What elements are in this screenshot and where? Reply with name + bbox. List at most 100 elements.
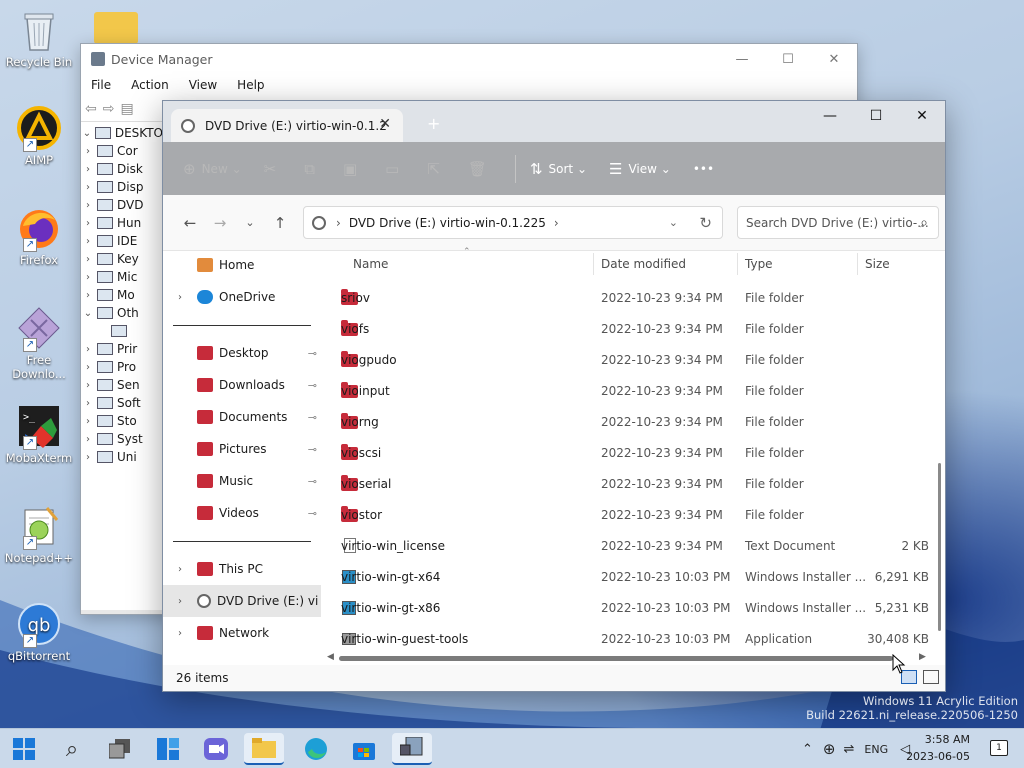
rename-button[interactable]: ▭ (385, 160, 405, 178)
tab-dvd-drive[interactable]: DVD Drive (E:) virtio-win-0.1.2 ✕ (171, 109, 403, 142)
device-tree-item[interactable]: › Sto (81, 412, 163, 430)
collapse-chevron-icon[interactable]: ⌄ (81, 308, 95, 319)
file-row[interactable]: vioinput 2022-10-23 9:34 PM File folder (329, 375, 945, 406)
pin-icon[interactable]: ⊸ (308, 379, 317, 392)
network-globe-icon[interactable]: ⊕ (823, 740, 836, 758)
forward-icon[interactable]: → (205, 214, 235, 232)
device-tree-item[interactable]: › Cor (81, 142, 163, 160)
device-tree-item[interactable] (81, 322, 163, 340)
minimize-button[interactable]: — (807, 101, 853, 131)
language-indicator[interactable]: ENG (864, 743, 888, 756)
minimize-button[interactable]: — (719, 44, 765, 74)
device-tree-item[interactable]: › Soft (81, 394, 163, 412)
device-tree-item[interactable]: › Disk (81, 160, 163, 178)
back-icon[interactable]: ← (175, 214, 205, 232)
column-divider[interactable] (857, 253, 858, 275)
device-tree-item[interactable]: › IDE (81, 232, 163, 250)
edge-taskbar-button[interactable] (296, 733, 336, 765)
recent-locations-icon[interactable]: ⌄ (235, 216, 265, 229)
new-tab-icon[interactable]: + (427, 114, 440, 133)
expand-chevron-icon[interactable]: › (81, 218, 95, 229)
forward-icon[interactable]: ⇨ (103, 101, 115, 117)
address-bar[interactable]: › DVD Drive (E:) virtio-win-0.1.225 › ⌄ … (303, 206, 723, 239)
menu-file[interactable]: File (91, 78, 111, 92)
new-button[interactable]: ⊕ New ⌄ (183, 160, 242, 178)
device-tree-item[interactable]: › Sen (81, 376, 163, 394)
store-taskbar-button[interactable] (344, 733, 384, 765)
nav-item-pictures[interactable]: Pictures ⊸ (163, 433, 321, 465)
expand-chevron-icon[interactable]: › (81, 344, 95, 355)
file-row[interactable]: viogpudo 2022-10-23 9:34 PM File folder (329, 344, 945, 375)
expand-chevron-icon[interactable]: › (81, 200, 95, 211)
expand-chevron-icon[interactable]: › (163, 596, 197, 607)
device-tree-item[interactable]: › DVD (81, 196, 163, 214)
device-tree-item[interactable]: › Syst (81, 430, 163, 448)
maximize-button[interactable]: ☐ (765, 44, 811, 74)
device-tree-item[interactable]: › Key (81, 250, 163, 268)
show-hidden-icons-icon[interactable]: ⌃ (802, 742, 813, 757)
device-tree-item[interactable]: › Pro (81, 358, 163, 376)
taskbar-clock[interactable]: 3:58 AM 2023-06-05 (906, 731, 970, 765)
expand-chevron-icon[interactable]: › (81, 434, 95, 445)
nav-item-network[interactable]: › Network (163, 617, 321, 649)
input-indicator-icon[interactable]: ⇌ (843, 742, 854, 757)
breadcrumb-dvd-drive[interactable]: DVD Drive (E:) virtio-win-0.1.225 (349, 216, 546, 230)
device-tree-item[interactable]: › Mo (81, 286, 163, 304)
device-tree-item[interactable]: › Hun (81, 214, 163, 232)
pin-icon[interactable]: ⊸ (308, 347, 317, 360)
expand-chevron-icon[interactable]: › (81, 362, 95, 373)
file-row[interactable]: vioserial 2022-10-23 9:34 PM File folder (329, 468, 945, 499)
close-tab-icon[interactable]: ✕ (379, 116, 391, 132)
widgets-button[interactable] (148, 733, 188, 765)
close-button[interactable]: ✕ (899, 101, 945, 131)
expand-chevron-icon[interactable]: › (81, 146, 95, 157)
desktop-icon-notepad-plus-plus[interactable]: ↗ Notepad++ (4, 504, 74, 565)
file-row[interactable]: viostor 2022-10-23 9:34 PM File folder (329, 499, 945, 530)
expand-chevron-icon[interactable]: › (81, 290, 95, 301)
nav-item-this-pc[interactable]: › This PC (163, 553, 321, 585)
chevron-down-icon[interactable]: ⌄ (669, 216, 678, 229)
nav-item-home[interactable]: Home (163, 249, 321, 281)
scroll-left-icon[interactable]: ◀ (327, 652, 334, 662)
breadcrumb-separator-icon[interactable]: › (336, 216, 341, 230)
desktop-folder-icon[interactable] (94, 12, 138, 44)
collapse-chevron-icon[interactable]: ⌄ (81, 128, 93, 139)
maximize-button[interactable]: ☐ (853, 101, 899, 131)
close-button[interactable]: ✕ (811, 44, 857, 74)
column-name[interactable]: Name (353, 257, 388, 271)
file-row[interactable]: viofs 2022-10-23 9:34 PM File folder (329, 313, 945, 344)
expand-chevron-icon[interactable]: › (81, 272, 95, 283)
menu-view[interactable]: View (189, 78, 217, 92)
expand-chevron-icon[interactable]: › (163, 292, 197, 303)
properties-icon[interactable]: ▤ (120, 101, 133, 117)
column-date-modified[interactable]: Date modified (601, 257, 686, 271)
menu-help[interactable]: Help (237, 78, 264, 92)
search-input[interactable]: Search DVD Drive (E:) virtio-... (746, 216, 929, 230)
vertical-scrollbar[interactable] (938, 463, 941, 631)
device-tree-item[interactable]: › Mic (81, 268, 163, 286)
desktop-icon-free-download-manager[interactable]: ↗ Free Downlo... (4, 306, 74, 381)
expand-chevron-icon[interactable]: › (163, 564, 197, 575)
search-taskbar-button[interactable]: ⌕ (52, 733, 92, 765)
expand-chevron-icon[interactable]: › (163, 628, 197, 639)
scroll-right-icon[interactable]: ▶ (919, 652, 926, 662)
notification-center-icon[interactable]: 1 (990, 740, 1008, 756)
column-divider[interactable] (737, 253, 738, 275)
nav-item-desktop[interactable]: Desktop ⊸ (163, 337, 321, 369)
delete-button[interactable]: 🗑 (468, 160, 493, 178)
desktop-icon-recycle-bin[interactable]: Recycle Bin (4, 8, 74, 69)
task-view-button[interactable] (100, 733, 140, 765)
nav-item-dvd-drive[interactable]: › DVD Drive (E:) virtio (163, 585, 321, 617)
column-divider[interactable] (593, 253, 594, 275)
device-tree-item[interactable]: › Disp (81, 178, 163, 196)
desktop-icon-mobaxterm[interactable]: >_ ↗ MobaXterm (4, 404, 74, 465)
expand-chevron-icon[interactable]: › (81, 380, 95, 391)
nav-item-videos[interactable]: Videos ⊸ (163, 497, 321, 529)
expand-chevron-icon[interactable]: › (81, 164, 95, 175)
start-button[interactable] (4, 733, 44, 765)
sort-button[interactable]: ⇅ Sort ⌄ (530, 160, 587, 178)
pin-icon[interactable]: ⊸ (308, 507, 317, 520)
nav-item-downloads[interactable]: Downloads ⊸ (163, 369, 321, 401)
device-manager-taskbar-button[interactable] (392, 733, 432, 765)
file-row[interactable]: vioscsi 2022-10-23 9:34 PM File folder (329, 437, 945, 468)
